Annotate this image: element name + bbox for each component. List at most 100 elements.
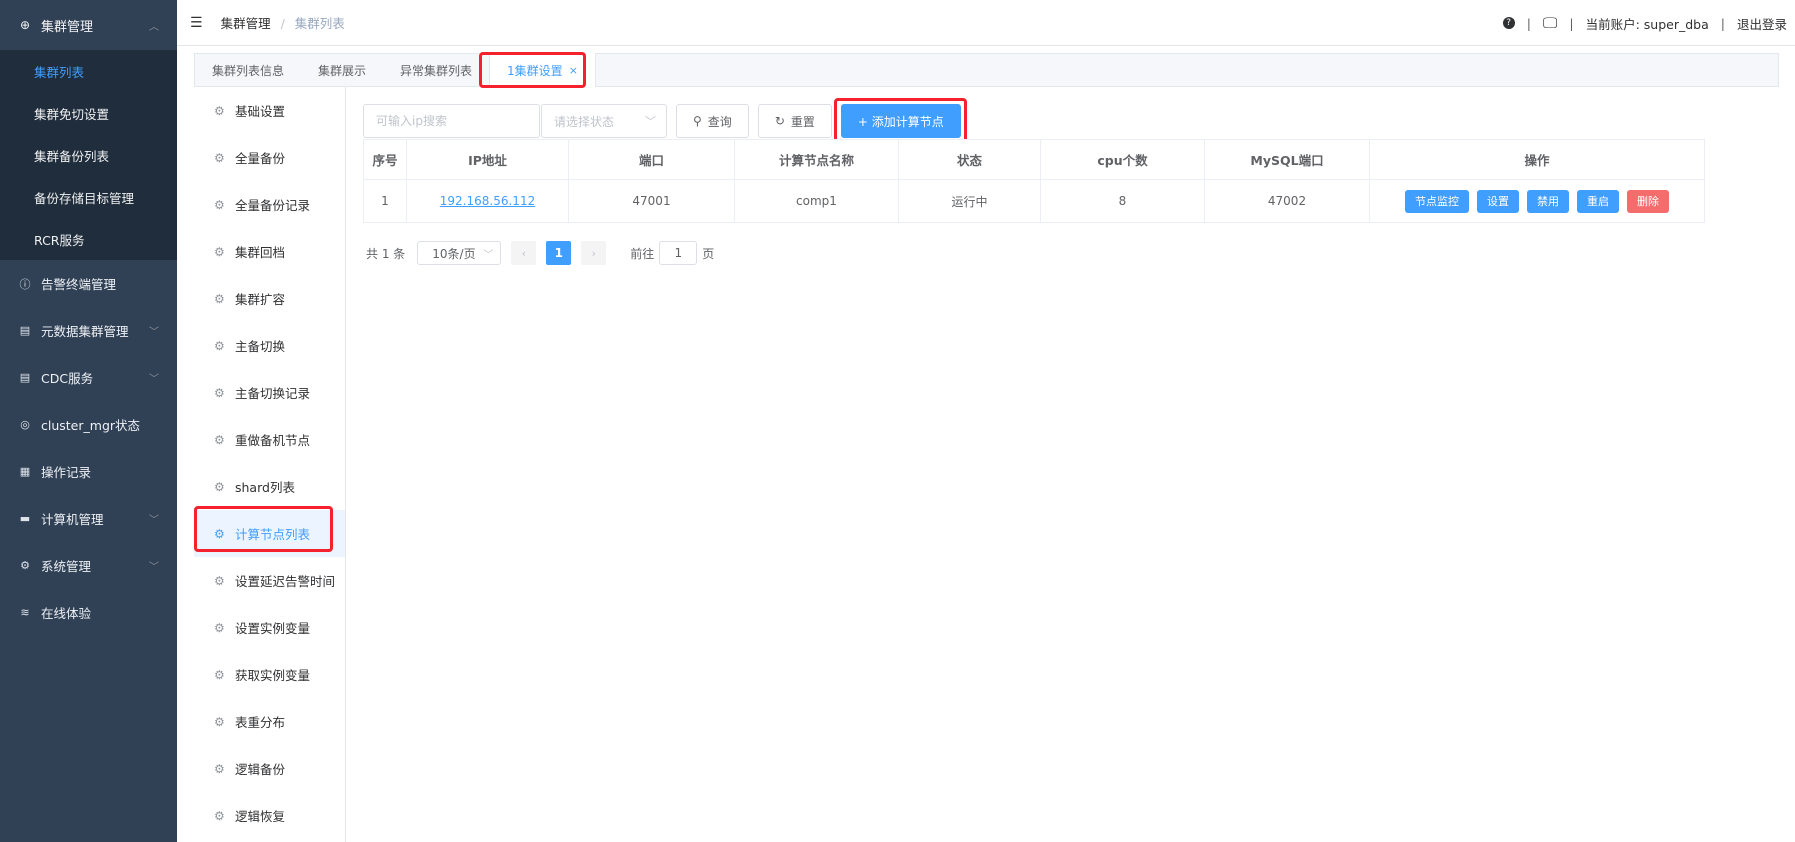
sidebar-item-online-trial[interactable]: ≋ 在线体验 [0, 589, 177, 636]
settings-item-set-variables[interactable]: ⚙ 设置实例变量 [194, 604, 345, 651]
sidebar-item-label: 计算机管理 [41, 512, 104, 527]
col-node-name: 计算节点名称 [734, 139, 899, 180]
col-index: 序号 [363, 139, 407, 180]
col-cpu: cpu个数 [1040, 139, 1205, 180]
sidebar-group-cluster[interactable]: ⊕ 集群管理 ︿ [0, 0, 177, 50]
gear-icon: ⚙ [20, 559, 30, 572]
cell-actions: 节点监控 设置 禁用 重启 删除 [1369, 179, 1705, 223]
settings-item-full-backup-record[interactable]: ⚙ 全量备份记录 [194, 181, 345, 228]
reset-button[interactable]: ↻ 重置 [757, 104, 832, 138]
gear-icon: ⚙ [214, 432, 225, 447]
next-page-button[interactable]: › [581, 241, 607, 265]
topbar-right: ? | 🖵 | 当前账户: super_dba | 退出登录 [1502, 0, 1787, 46]
settings-item-delay-alert[interactable]: ⚙ 设置延迟告警时间 [194, 557, 345, 604]
restart-button[interactable]: 重启 [1577, 189, 1619, 213]
sidebar-item-alert-terminal[interactable]: ⓘ 告警终端管理 [0, 260, 177, 307]
sidebar-item-operation-log[interactable]: ▦ 操作记录 [0, 448, 177, 495]
gear-icon: ⚙ [214, 714, 225, 729]
sidebar-item-cluster-mgr[interactable]: ◎ cluster_mgr状态 [0, 401, 177, 448]
database-icon: ≋ [20, 606, 30, 619]
page-number-current[interactable]: 1 [546, 241, 572, 265]
breadcrumb-root[interactable]: 集群管理 [221, 16, 271, 31]
settings-item-label: 全量备份记录 [235, 198, 311, 213]
settings-item-label: 逻辑备份 [235, 762, 286, 777]
settings-item-label: 获取实例变量 [235, 668, 311, 683]
monitor-icon[interactable]: 🖵 [1543, 14, 1557, 32]
status-select[interactable]: 请选择状态 ﹀ [541, 104, 667, 138]
logout-link[interactable]: 退出登录 [1737, 14, 1787, 33]
breadcrumb-separator: / [280, 16, 285, 31]
tab-cluster-display[interactable]: 集群展示 [301, 53, 383, 87]
help-icon[interactable]: ? [1502, 17, 1515, 29]
settings-item-switchover-record[interactable]: ⚙ 主备切换记录 [194, 369, 345, 416]
sidebar-item-label: CDC服务 [41, 371, 94, 386]
goto-suffix: 页 [702, 246, 715, 261]
sidebar-subitem-rcr[interactable]: RCR服务 [0, 218, 177, 260]
gear-icon: ⚙ [214, 479, 225, 494]
ip-search-input[interactable] [363, 104, 540, 138]
sidebar-subitem-backup-storage[interactable]: 备份存储目标管理 [0, 176, 177, 218]
row-actions: 节点监控 设置 禁用 重启 删除 [1370, 189, 1704, 213]
chevron-down-icon: ﹀ [149, 562, 159, 573]
sidebar-item-label: 在线体验 [41, 606, 92, 621]
sidebar-item-cdc[interactable]: ▤ CDC服务 ﹀ [0, 354, 177, 401]
cell-port: 47001 [568, 179, 735, 223]
gear-icon: ⚙ [214, 338, 225, 353]
sidebar-item-metadata-cluster[interactable]: ▤ 元数据集群管理 ﹀ [0, 307, 177, 354]
goto-page-input[interactable] [659, 241, 698, 265]
breadcrumb: 集群管理 / 集群列表 [221, 13, 345, 32]
document-icon: ▤ [19, 324, 31, 337]
hamburger-icon[interactable]: ☰ [190, 15, 203, 31]
query-button-label: 查询 [707, 114, 732, 129]
page-size-select[interactable]: 10条/页 ﹀ [417, 241, 502, 265]
settings-item-label: shard列表 [235, 480, 295, 495]
sidebar-subitem-failover-settings[interactable]: 集群免切设置 [0, 92, 177, 134]
chevron-down-icon: ﹀ [149, 515, 159, 526]
pagination-total: 共 1 条 [366, 246, 406, 261]
highlight-box [834, 98, 967, 144]
settings-item-scale-out[interactable]: ⚙ 集群扩容 [194, 275, 345, 322]
node-monitor-button[interactable]: 节点监控 [1405, 189, 1469, 213]
sidebar-subitem-backup-list[interactable]: 集群备份列表 [0, 134, 177, 176]
settings-item-rollback[interactable]: ⚙ 集群回档 [194, 228, 345, 275]
settings-item-switchover[interactable]: ⚙ 主备切换 [194, 322, 345, 369]
cell-cpu: 8 [1040, 179, 1205, 223]
settings-item-redistribute[interactable]: ⚙ 表重分布 [194, 698, 345, 745]
sidebar-item-computer[interactable]: ▬ 计算机管理 ﹀ [0, 495, 177, 542]
settings-item-shard-list[interactable]: ⚙ shard列表 [194, 463, 345, 510]
settings-item-logical-backup[interactable]: ⚙ 逻辑备份 [194, 745, 345, 792]
col-port: 端口 [568, 139, 735, 180]
settings-item-label: 设置延迟告警时间 [235, 574, 336, 589]
highlight-box [479, 52, 586, 88]
delete-button[interactable]: 删除 [1627, 189, 1669, 213]
ip-link[interactable]: 192.168.56.112 [440, 194, 535, 208]
table-header-row: 序号 IP地址 端口 计算节点名称 状态 cpu个数 MySQL端口 操作 [363, 139, 1705, 180]
settings-item-full-backup[interactable]: ⚙ 全量备份 [194, 134, 345, 181]
query-button[interactable]: ⚲ 查询 [676, 104, 749, 138]
sidebar-item-label: 系统管理 [41, 559, 92, 574]
alert-circle-icon: ⓘ [19, 277, 31, 291]
disable-button[interactable]: 禁用 [1527, 189, 1569, 213]
plus-circle-icon: ⊕ [19, 18, 31, 32]
cell-mysql-port: 47002 [1204, 179, 1370, 223]
breadcrumb-current: 集群列表 [294, 16, 345, 31]
settings-button[interactable]: 设置 [1477, 189, 1519, 213]
settings-item-basic[interactable]: ⚙ 基础设置 [194, 87, 345, 134]
search-icon: ⚲ [693, 114, 702, 128]
gear-icon: ⚙ [214, 103, 225, 118]
sidebar-subitem-cluster-list[interactable]: 集群列表 [0, 50, 177, 92]
gear-icon: ⚙ [214, 620, 225, 635]
gear-icon: ⚙ [214, 808, 225, 823]
chevron-down-icon: ﹀ [483, 249, 494, 261]
settings-item-get-variables[interactable]: ⚙ 获取实例变量 [194, 651, 345, 698]
aperture-icon: ◎ [20, 418, 30, 431]
prev-page-button[interactable]: ‹ [511, 241, 537, 265]
tab-abnormal-clusters[interactable]: 异常集群列表 [383, 53, 489, 87]
sidebar: ⊕ 集群管理 ︿ 集群列表 集群免切设置 集群备份列表 备份存储目标管理 RCR… [0, 0, 177, 842]
sidebar-item-system[interactable]: ⚙ 系统管理 ﹀ [0, 542, 177, 589]
settings-item-rebuild-replica[interactable]: ⚙ 重做备机节点 [194, 416, 345, 463]
document-icon: ▤ [19, 371, 31, 384]
settings-item-logical-restore[interactable]: ⚙ 逻辑恢复 [194, 792, 345, 839]
tab-cluster-list-info[interactable]: 集群列表信息 [195, 53, 301, 87]
page-size-value: 10条/页 [432, 246, 476, 261]
